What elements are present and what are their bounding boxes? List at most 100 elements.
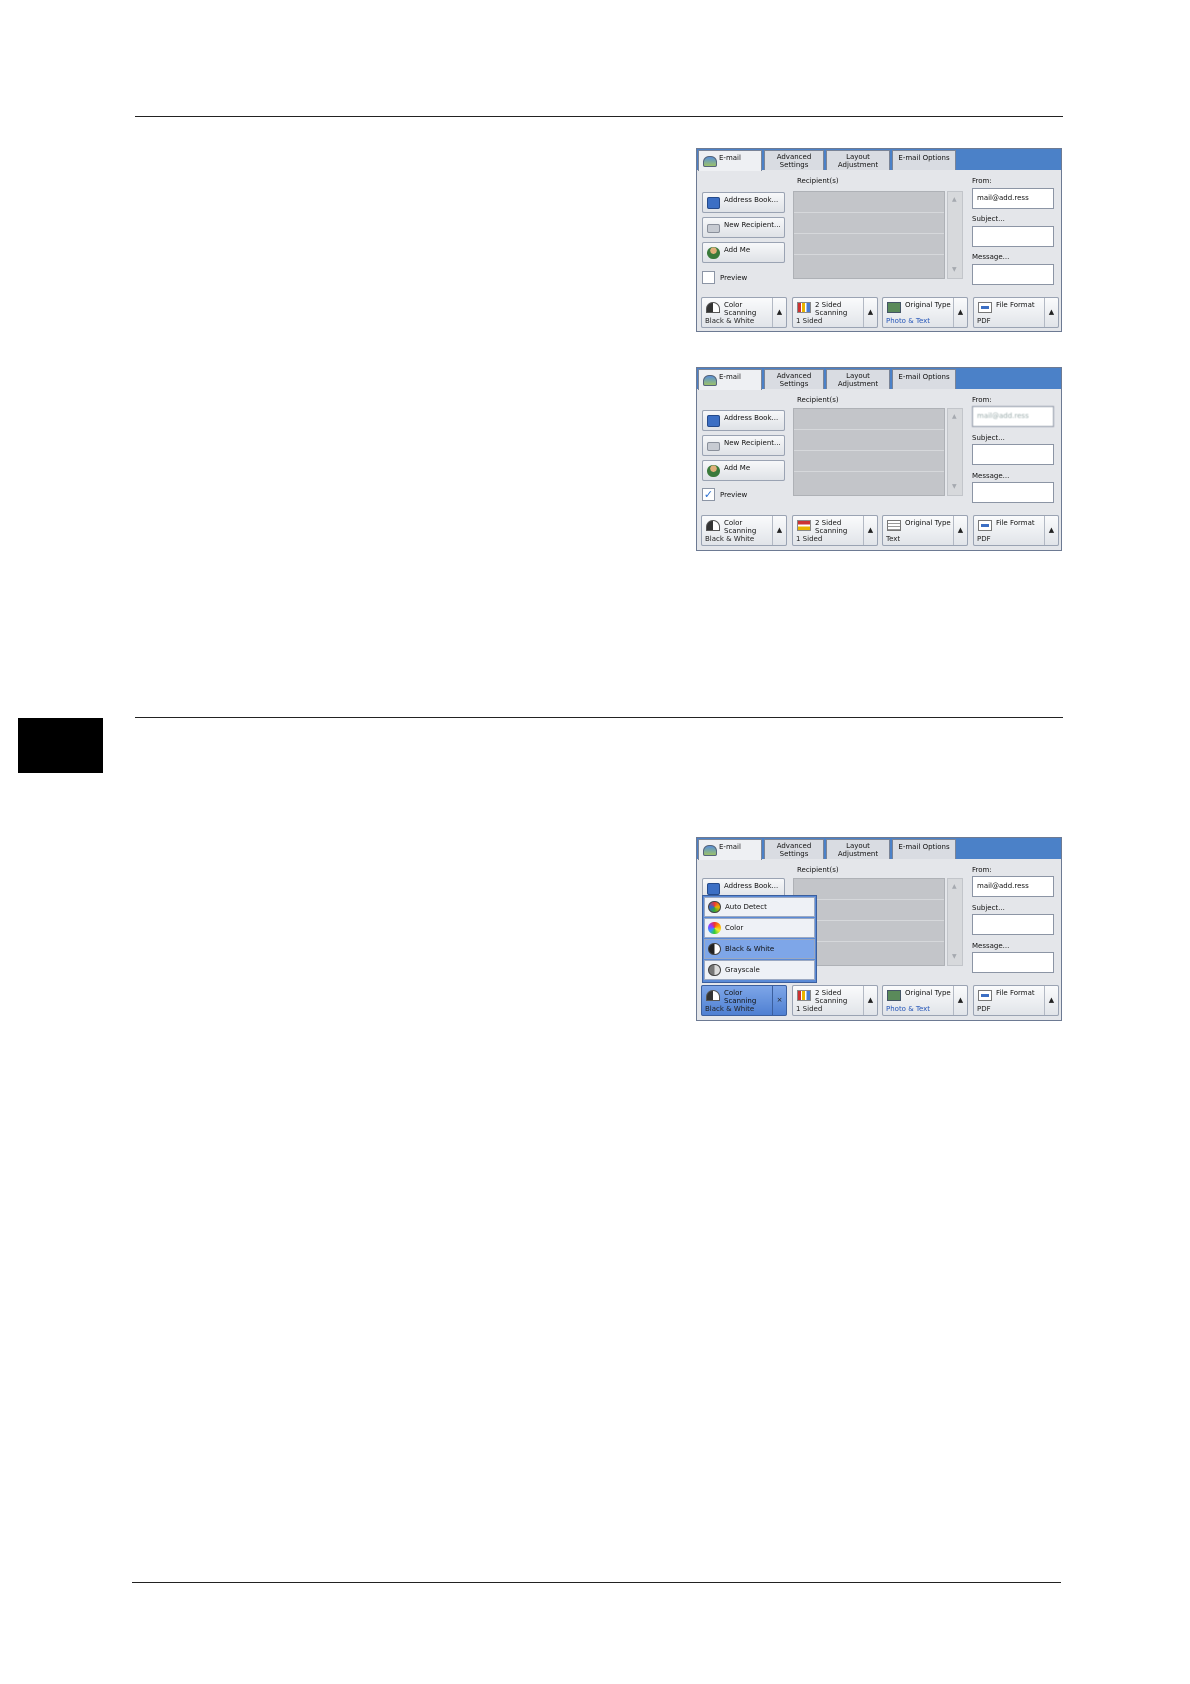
message-label: Message...: [972, 253, 1010, 261]
two-sided-scanning-button[interactable]: 2 Sided Scanning 1 Sided ▲: [792, 515, 878, 546]
scroll-down-icon[interactable]: ▼: [952, 953, 957, 961]
recipient-list[interactable]: [793, 408, 945, 496]
from-field[interactable]: mail@add.ress: [972, 406, 1054, 427]
option-grayscale[interactable]: Grayscale: [704, 960, 815, 980]
tab-advanced-settings[interactable]: Advanced Settings: [764, 369, 824, 389]
scroll-up-icon[interactable]: ▲: [952, 413, 957, 421]
section-rule: [135, 717, 1063, 718]
file-format-button[interactable]: File Format PDF ▲: [973, 515, 1059, 546]
file-format-button[interactable]: File Format PDF ▲: [973, 297, 1059, 328]
new-recipient-button[interactable]: New Recipient...: [702, 217, 785, 238]
tab-email-options[interactable]: E-mail Options: [892, 369, 956, 389]
expand-arrow-icon[interactable]: ▲: [953, 516, 967, 545]
address-book-label: Address Book...: [724, 196, 779, 204]
message-field[interactable]: [972, 264, 1054, 285]
feature-value: Text: [886, 535, 901, 543]
checkbox-unchecked-icon: [702, 271, 715, 284]
feature-value: Photo & Text: [886, 317, 931, 325]
recipient-scrollbar[interactable]: ▲ ▼: [947, 408, 963, 496]
original-type-button[interactable]: Original Type Photo & Text ▲: [882, 985, 968, 1016]
feature-value: Photo & Text: [886, 1005, 931, 1013]
color-scanning-button[interactable]: Color Scanning Black & White ×: [701, 985, 787, 1016]
add-me-button[interactable]: Add Me: [702, 460, 785, 481]
color-scanning-button[interactable]: Color Scanning Black & White ▲: [701, 515, 787, 546]
address-book-button[interactable]: Address Book...: [702, 192, 785, 213]
scroll-up-icon[interactable]: ▲: [952, 883, 957, 891]
expand-arrow-icon[interactable]: ▲: [1044, 986, 1058, 1015]
feature-value: PDF: [977, 535, 991, 543]
preview-label: Preview: [720, 274, 748, 282]
option-color[interactable]: Color: [704, 918, 815, 938]
tab-email[interactable]: E-mail: [698, 839, 762, 860]
recipients-label: Recipient(s): [797, 396, 839, 404]
color-scanning-dropdown: Auto Detect Color Black & White Grayscal…: [702, 895, 817, 983]
add-me-label: Add Me: [724, 464, 751, 472]
tab-advanced-settings[interactable]: Advanced Settings: [764, 839, 824, 859]
expand-arrow-icon[interactable]: ▲: [953, 298, 967, 327]
from-field[interactable]: mail@add.ress: [972, 876, 1054, 897]
new-recipient-label: New Recipient...: [724, 221, 781, 229]
close-icon[interactable]: ×: [772, 986, 786, 1015]
feature-title: File Format: [996, 989, 1035, 997]
address-book-icon: [707, 197, 720, 209]
text-document-icon: [887, 520, 901, 531]
feature-title: Color Scanning: [724, 989, 757, 1005]
option-black-white[interactable]: Black & White: [704, 939, 815, 959]
subject-label: Subject...: [972, 215, 1005, 223]
color-scanning-button[interactable]: Color Scanning Black & White ▲: [701, 297, 787, 328]
message-field[interactable]: [972, 952, 1054, 973]
expand-arrow-icon[interactable]: ▲: [863, 986, 877, 1015]
scroll-up-icon[interactable]: ▲: [952, 196, 957, 204]
from-field[interactable]: mail@add.ress: [972, 188, 1054, 209]
person-icon: [707, 465, 720, 477]
two-sided-icon: [797, 520, 811, 531]
tab-layout-adjustment[interactable]: Layout Adjustment: [826, 150, 890, 170]
expand-arrow-icon[interactable]: ▲: [863, 298, 877, 327]
from-label: From:: [972, 177, 992, 185]
scroll-down-icon[interactable]: ▼: [952, 266, 957, 274]
subject-label: Subject...: [972, 434, 1005, 442]
expand-arrow-icon[interactable]: ▲: [772, 298, 786, 327]
feature-title: Color Scanning: [724, 301, 757, 317]
expand-arrow-icon[interactable]: ▲: [1044, 298, 1058, 327]
expand-arrow-icon[interactable]: ▲: [1044, 516, 1058, 545]
recipient-scrollbar[interactable]: ▲ ▼: [947, 878, 963, 966]
preview-checkbox[interactable]: Preview: [702, 271, 787, 285]
subject-field[interactable]: [972, 226, 1054, 247]
tab-advanced-settings[interactable]: Advanced Settings: [764, 150, 824, 170]
feature-value: 1 Sided: [796, 317, 823, 325]
file-format-button[interactable]: File Format PDF ▲: [973, 985, 1059, 1016]
expand-arrow-icon[interactable]: ▲: [772, 516, 786, 545]
expand-arrow-icon[interactable]: ▲: [863, 516, 877, 545]
new-recipient-label: New Recipient...: [724, 439, 781, 447]
tab-email-options[interactable]: E-mail Options: [892, 839, 956, 859]
new-recipient-button[interactable]: New Recipient...: [702, 435, 785, 456]
subject-field[interactable]: [972, 914, 1054, 935]
email-icon: [703, 845, 717, 856]
preview-checkbox[interactable]: ✓ Preview: [702, 488, 787, 502]
tab-email-options[interactable]: E-mail Options: [892, 150, 956, 170]
two-sided-scanning-button[interactable]: 2 Sided Scanning 1 Sided ▲: [792, 297, 878, 328]
email-screen-2: E-mail Advanced Settings Layout Adjustme…: [696, 367, 1062, 551]
original-type-button[interactable]: Original Type Text ▲: [882, 515, 968, 546]
feature-value: PDF: [977, 317, 991, 325]
tab-email[interactable]: E-mail: [698, 369, 762, 390]
feature-value: Black & White: [705, 317, 755, 325]
recipient-scrollbar[interactable]: ▲ ▼: [947, 191, 963, 279]
message-field[interactable]: [972, 482, 1054, 503]
scroll-down-icon[interactable]: ▼: [952, 483, 957, 491]
subject-field[interactable]: [972, 444, 1054, 465]
tab-layout-adjustment[interactable]: Layout Adjustment: [826, 369, 890, 389]
expand-arrow-icon[interactable]: ▲: [953, 986, 967, 1015]
tab-layout-adjustment[interactable]: Layout Adjustment: [826, 839, 890, 859]
color-wheel-icon: [708, 922, 721, 934]
feature-title: Original Type: [905, 301, 951, 309]
address-book-button[interactable]: Address Book...: [702, 410, 785, 431]
tab-email[interactable]: E-mail: [698, 150, 762, 171]
tab-bar: E-mail Advanced Settings Layout Adjustme…: [697, 149, 1061, 171]
recipient-list[interactable]: [793, 191, 945, 279]
original-type-button[interactable]: Original Type Photo & Text ▲: [882, 297, 968, 328]
two-sided-scanning-button[interactable]: 2 Sided Scanning 1 Sided ▲: [792, 985, 878, 1016]
option-auto-detect[interactable]: Auto Detect: [704, 897, 815, 917]
add-me-button[interactable]: Add Me: [702, 242, 785, 263]
